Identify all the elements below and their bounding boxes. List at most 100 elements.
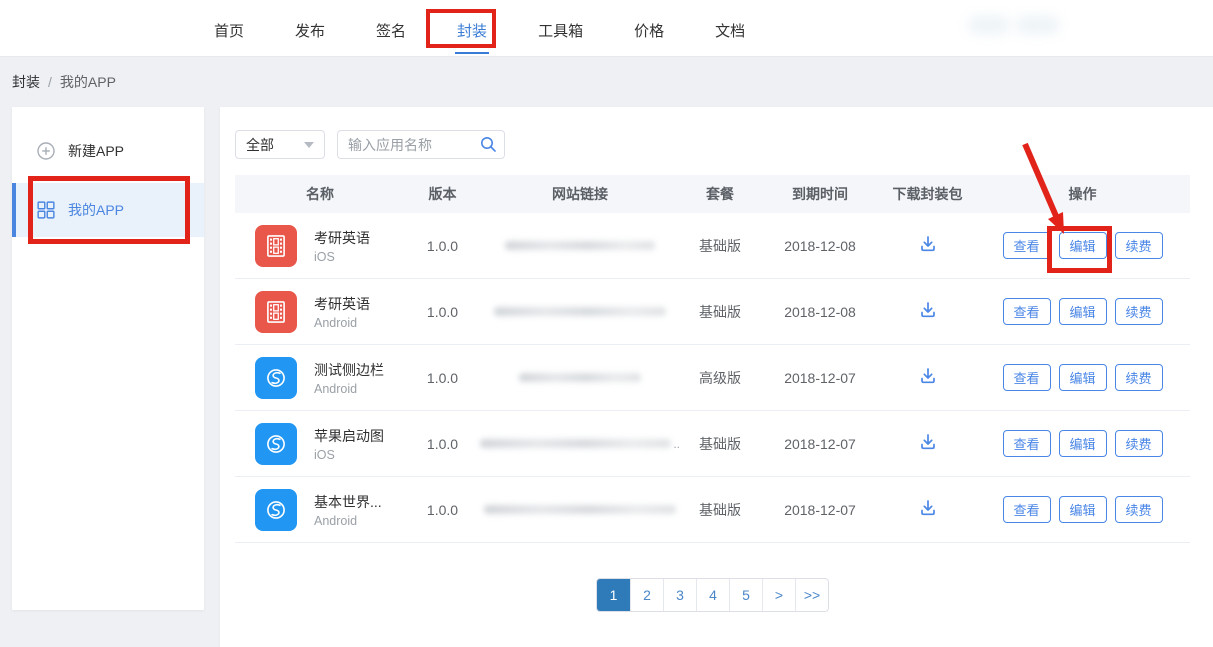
s-logo-app-icon xyxy=(255,489,297,531)
app-platform: Android xyxy=(314,316,370,330)
download-cell xyxy=(880,366,975,389)
nav-tab-首页[interactable]: 首页 xyxy=(212,3,246,54)
app-name: 考研英语 xyxy=(314,294,370,314)
edit-button[interactable]: 编辑 xyxy=(1059,430,1107,457)
blurred-user-info xyxy=(1016,16,1060,34)
filter-dropdown-value: 全部 xyxy=(246,135,274,155)
film-app-icon xyxy=(255,291,297,333)
url-suffix: .. xyxy=(673,437,680,451)
plan-cell: 基础版 xyxy=(680,302,760,322)
download-package-button[interactable] xyxy=(918,432,938,455)
page-button-5[interactable]: 5 xyxy=(729,579,762,611)
edit-button[interactable]: 编辑 xyxy=(1059,496,1107,523)
renew-button[interactable]: 续费 xyxy=(1115,364,1163,391)
plan-cell: 基础版 xyxy=(680,236,760,256)
s-logo-app-icon xyxy=(255,357,297,399)
edit-button[interactable]: 编辑 xyxy=(1059,232,1107,259)
app-name: 测试侧边栏 xyxy=(314,360,384,380)
redacted-url xyxy=(480,439,671,448)
renew-button[interactable]: 续费 xyxy=(1115,430,1163,457)
app-name-block: 考研英语 iOS xyxy=(314,228,370,264)
page-button-4[interactable]: 4 xyxy=(696,579,729,611)
edit-button[interactable]: 编辑 xyxy=(1059,364,1107,391)
app-name-cell: 基本世界...Android xyxy=(235,489,405,531)
download-package-button[interactable] xyxy=(918,234,938,257)
pagination: 12345>>> xyxy=(235,578,1190,612)
redacted-url xyxy=(494,307,666,316)
redacted-url xyxy=(484,505,676,514)
renew-button[interactable]: 续费 xyxy=(1115,232,1163,259)
actions-cell: 查看编辑续费 xyxy=(975,430,1190,457)
expiry-date-cell: 2018-12-08 xyxy=(760,238,880,254)
renew-button[interactable]: 续费 xyxy=(1115,496,1163,523)
sidebar-item-label: 我的APP xyxy=(68,200,124,220)
nav-tab-工具箱[interactable]: 工具箱 xyxy=(536,3,585,54)
view-button[interactable]: 查看 xyxy=(1003,232,1051,259)
app-name-cell: 考研英语 Android xyxy=(235,291,405,333)
actions-cell: 查看编辑续费 xyxy=(975,232,1190,259)
table-row: 基本世界...Android1.0.0基础版2018-12-07查看编辑续费 xyxy=(235,477,1190,543)
expiry-date-cell: 2018-12-07 xyxy=(760,502,880,518)
actions-cell: 查看编辑续费 xyxy=(975,496,1190,523)
sidebar-item-新建APP[interactable]: 新建APP xyxy=(12,129,204,173)
table-row: 考研英语iOS1.0.0基础版2018-12-08查看编辑续费 xyxy=(235,213,1190,279)
column-header-下载封装包: 下载封装包 xyxy=(880,184,975,204)
nav-tab-封装[interactable]: 封装 xyxy=(455,3,489,54)
view-button[interactable]: 查看 xyxy=(1003,298,1051,325)
download-icon xyxy=(918,498,938,521)
nav-tab-文档[interactable]: 文档 xyxy=(713,3,747,54)
app-name-block: 基本世界...Android xyxy=(314,492,382,528)
download-package-button[interactable] xyxy=(918,300,938,323)
download-package-button[interactable] xyxy=(918,366,938,389)
app-name-cell: 测试侧边栏 Android xyxy=(235,357,405,399)
column-header-操作: 操作 xyxy=(975,184,1190,204)
page-button-3[interactable]: 3 xyxy=(663,579,696,611)
app-name: 考研英语 xyxy=(314,228,370,248)
version-cell: 1.0.0 xyxy=(405,304,480,320)
main-panel: 全部 名称版本网站链接套餐到期时间下载封装包操作 考研英语iOS1.0.0基础版… xyxy=(220,107,1213,647)
nav-tab-签名[interactable]: 签名 xyxy=(374,3,408,54)
chevron-down-icon xyxy=(304,142,314,148)
version-cell: 1.0.0 xyxy=(405,502,480,518)
nav-tab-价格[interactable]: 价格 xyxy=(632,3,666,54)
website-link-cell: .. xyxy=(480,437,680,451)
download-cell xyxy=(880,300,975,323)
last-page-button[interactable]: >> xyxy=(795,579,828,611)
redacted-url xyxy=(519,373,641,382)
column-header-网站链接: 网站链接 xyxy=(480,184,680,204)
renew-button[interactable]: 续费 xyxy=(1115,298,1163,325)
search-box xyxy=(337,130,505,159)
breadcrumb: 封装 / 我的APP xyxy=(12,57,116,107)
grid-icon xyxy=(37,201,55,219)
app-platform: iOS xyxy=(314,250,370,264)
app-platform: Android xyxy=(314,382,384,396)
expiry-date-cell: 2018-12-08 xyxy=(760,304,880,320)
view-button[interactable]: 查看 xyxy=(1003,364,1051,391)
sidebar: 新建APP 我的APP xyxy=(12,107,204,610)
download-cell xyxy=(880,234,975,257)
s-logo-app-icon xyxy=(255,423,297,465)
website-link-cell xyxy=(480,373,680,382)
next-page-button[interactable]: > xyxy=(762,579,795,611)
version-cell: 1.0.0 xyxy=(405,370,480,386)
breadcrumb-section[interactable]: 封装 xyxy=(12,72,40,92)
app-name-block: 考研英语 Android xyxy=(314,294,370,330)
download-cell xyxy=(880,432,975,455)
nav-tab-发布[interactable]: 发布 xyxy=(293,3,327,54)
download-icon xyxy=(918,234,938,257)
app-packaging-page: 首页发布签名封装工具箱价格文档 封装 / 我的APP 新建APP我的APP 全部… xyxy=(0,0,1213,647)
search-icon[interactable] xyxy=(480,136,497,153)
view-button[interactable]: 查看 xyxy=(1003,430,1051,457)
app-name-block: 苹果启动图iOS xyxy=(314,426,384,462)
plan-cell: 基础版 xyxy=(680,434,760,454)
page-button-1[interactable]: 1 xyxy=(597,579,630,611)
table-body: 考研英语iOS1.0.0基础版2018-12-08查看编辑续费考研英语Andro… xyxy=(235,213,1190,543)
blurred-user-info xyxy=(968,16,1010,34)
sidebar-item-我的APP[interactable]: 我的APP xyxy=(12,183,204,237)
edit-button[interactable]: 编辑 xyxy=(1059,298,1107,325)
view-button[interactable]: 查看 xyxy=(1003,496,1051,523)
filter-dropdown[interactable]: 全部 xyxy=(235,130,325,159)
page-button-2[interactable]: 2 xyxy=(630,579,663,611)
download-package-button[interactable] xyxy=(918,498,938,521)
table-row: 考研英语 Android 1.0.0 基础版2018-12-08 查看编辑续费 xyxy=(235,279,1190,345)
